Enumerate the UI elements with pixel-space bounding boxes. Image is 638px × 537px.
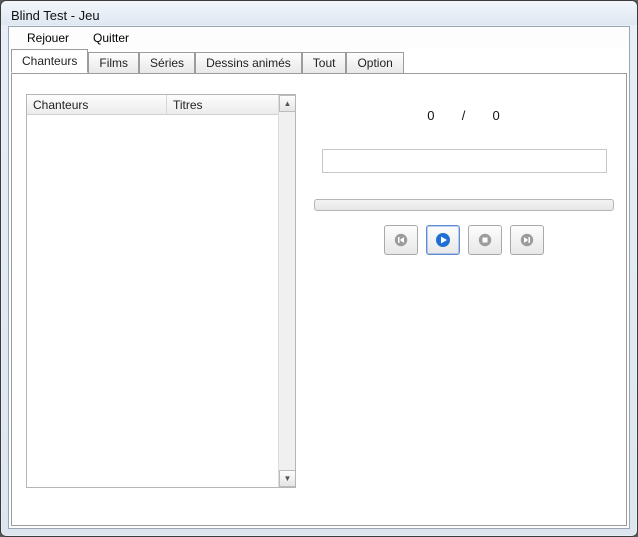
tab-chanteurs[interactable]: Chanteurs: [11, 49, 88, 73]
previous-button[interactable]: [384, 225, 418, 255]
tabpanel-chanteurs: Chanteurs Titres ▲ ▼ 0 / 0: [11, 73, 627, 526]
score-current: 0: [417, 108, 445, 123]
window-title: Blind Test - Jeu: [11, 8, 100, 23]
menubar: Rejouer Quitter: [9, 27, 629, 49]
tab-series[interactable]: Séries: [139, 52, 195, 74]
tab-films[interactable]: Films: [88, 52, 139, 74]
menu-quit[interactable]: Quitter: [81, 28, 141, 48]
tabstrip: Chanteurs Films Séries Dessins animés To…: [9, 49, 629, 73]
scroll-up-button[interactable]: ▲: [279, 95, 296, 112]
score-separator: /: [450, 108, 478, 123]
song-listview[interactable]: Chanteurs Titres ▲ ▼: [26, 94, 296, 488]
next-icon: [520, 233, 534, 247]
previous-icon: [394, 233, 408, 247]
column-titres[interactable]: Titres: [167, 95, 295, 114]
play-icon: [435, 232, 451, 248]
progress-bar: [314, 199, 614, 211]
tab-tout[interactable]: Tout: [302, 52, 347, 74]
listview-headers: Chanteurs Titres: [27, 95, 295, 115]
answer-input[interactable]: [322, 149, 607, 173]
play-button[interactable]: [426, 225, 460, 255]
menu-replay[interactable]: Rejouer: [15, 28, 81, 48]
titlebar[interactable]: Blind Test - Jeu: [1, 1, 637, 25]
tab-option[interactable]: Option: [346, 52, 403, 74]
stop-icon: [478, 233, 492, 247]
next-button[interactable]: [510, 225, 544, 255]
column-chanteurs[interactable]: Chanteurs: [27, 95, 167, 114]
client-area: Rejouer Quitter Chanteurs Films Séries D…: [8, 26, 630, 529]
stop-button[interactable]: [468, 225, 502, 255]
score-total: 0: [483, 108, 511, 123]
score-display: 0 / 0: [312, 108, 616, 123]
vertical-scrollbar[interactable]: ▲ ▼: [278, 95, 295, 487]
left-pane: Chanteurs Titres ▲ ▼: [26, 94, 296, 488]
tab-dessins[interactable]: Dessins animés: [195, 52, 302, 74]
listview-body: [27, 115, 278, 487]
scroll-down-button[interactable]: ▼: [279, 470, 296, 487]
right-pane: 0 / 0: [312, 94, 616, 255]
media-controls: [312, 225, 616, 255]
app-window: Blind Test - Jeu Rejouer Quitter Chanteu…: [0, 0, 638, 537]
